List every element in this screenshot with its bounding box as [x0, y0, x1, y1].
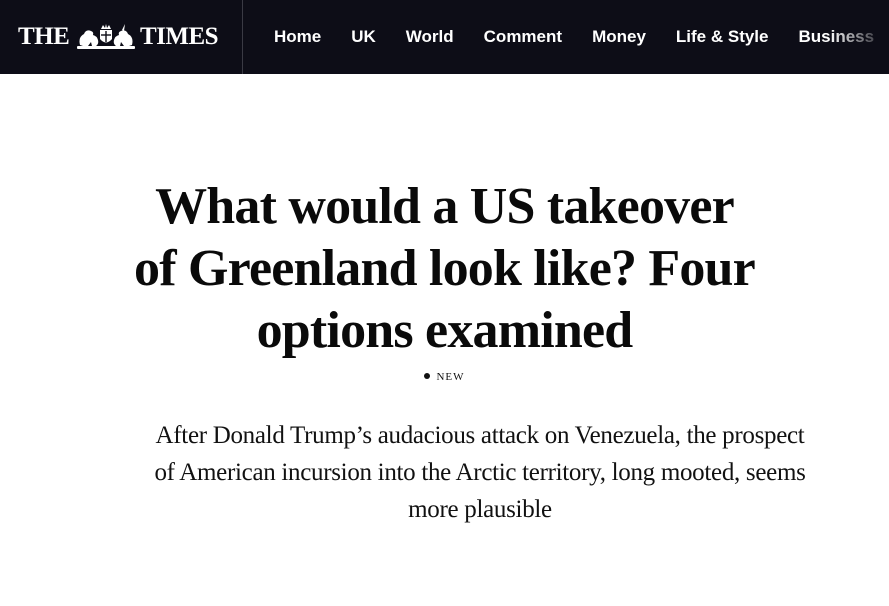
royal-crest-icon	[77, 24, 135, 49]
nav-item-home[interactable]: Home	[274, 25, 321, 49]
main-nav: Home UK World Comment Money Life & Style…	[274, 25, 874, 49]
article-headline: What would a US takeover of Greenland lo…	[134, 178, 756, 359]
logo-times-text: TIMES	[140, 23, 219, 50]
nav-item-uk[interactable]: UK	[351, 25, 376, 49]
nav-item-world[interactable]: World	[406, 25, 454, 49]
nav-item-life-style[interactable]: Life & Style	[676, 25, 769, 49]
top-navigation-bar: THE TIMES Home UK World Comment Money Li…	[0, 0, 889, 74]
bullet-dot-icon	[424, 373, 431, 380]
logo-the-text: THE	[18, 23, 70, 50]
nav-item-comment[interactable]: Comment	[484, 25, 562, 49]
site-logo[interactable]: THE TIMES	[0, 0, 243, 74]
article-standfirst: After Donald Trump’s audacious attack on…	[154, 422, 806, 523]
nav-edge	[883, 0, 889, 74]
nav-item-money[interactable]: Money	[592, 25, 646, 49]
nav-scroll-fade	[829, 0, 889, 74]
new-tag-label: NEW	[436, 371, 465, 383]
new-tag: NEW	[0, 368, 889, 386]
